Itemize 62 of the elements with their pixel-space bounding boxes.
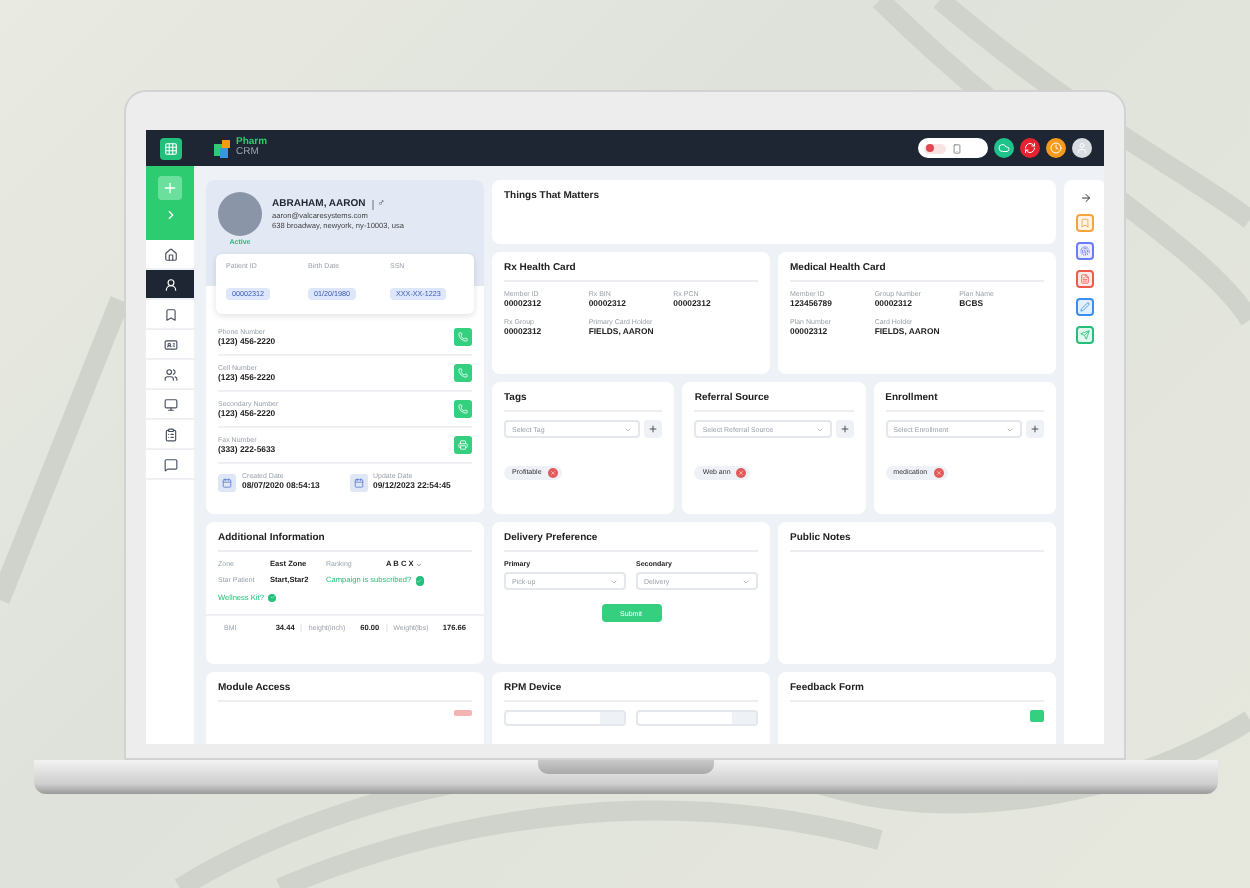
phone-icon	[458, 404, 468, 415]
id-card-icon	[163, 337, 177, 351]
add-button[interactable]	[835, 420, 854, 438]
toggle[interactable]	[454, 710, 472, 716]
pen-icon	[1080, 302, 1090, 312]
refresh-icon	[1024, 142, 1036, 154]
fingerprint-icon	[1080, 246, 1090, 256]
logo-icon	[214, 139, 232, 157]
apps-button[interactable]	[159, 137, 181, 159]
home-icon	[163, 247, 177, 261]
check-icon	[267, 593, 277, 603]
monitor-icon	[163, 397, 177, 411]
avatar-photo-placeholder	[218, 192, 262, 236]
calendar-icon	[349, 473, 367, 491]
user-icon	[1076, 142, 1088, 154]
chat-icon	[163, 457, 177, 471]
call-button[interactable]	[454, 328, 472, 347]
phone-icon	[458, 368, 468, 379]
call-button[interactable]	[454, 364, 472, 383]
printer-icon	[458, 440, 468, 451]
remove-icon[interactable]	[933, 467, 944, 477]
document-icon	[1080, 274, 1090, 284]
person-icon	[163, 277, 177, 291]
plus-icon	[162, 180, 178, 196]
fax-button[interactable]	[454, 436, 472, 455]
calendar-icon	[218, 473, 236, 491]
tool-button[interactable]	[1076, 298, 1094, 316]
users-icon	[163, 367, 177, 381]
call-status-pill[interactable]	[918, 138, 988, 158]
chevron-icon[interactable]	[163, 208, 177, 222]
remove-icon[interactable]	[736, 467, 747, 477]
input-field[interactable]	[504, 710, 626, 726]
avatar-button[interactable]	[1072, 138, 1092, 158]
call-button[interactable]	[454, 400, 472, 419]
plus-icon	[839, 424, 850, 434]
add-button[interactable]	[158, 176, 182, 200]
action-button[interactable]	[994, 138, 1014, 158]
sidebar-item[interactable]	[146, 270, 194, 300]
add-button[interactable]	[1026, 420, 1044, 438]
input-field[interactable]	[636, 710, 758, 726]
action-button[interactable]	[1020, 138, 1040, 158]
bookmark-icon	[163, 307, 177, 321]
tool-button[interactable]	[1076, 242, 1094, 260]
arrow-icon[interactable]	[1079, 192, 1091, 204]
clipboard-icon	[163, 427, 177, 441]
action-button[interactable]	[1046, 138, 1066, 158]
grid-icon	[163, 141, 177, 155]
bookmark-icon	[1080, 218, 1090, 228]
tool-button[interactable]	[1076, 270, 1094, 288]
clock-icon	[1050, 142, 1062, 154]
add-button[interactable]	[644, 420, 663, 438]
plus-icon	[1030, 424, 1040, 434]
phone-icon	[458, 332, 468, 343]
check-icon	[415, 576, 425, 586]
record-toggle[interactable]	[924, 143, 946, 153]
tool-button[interactable]	[1076, 214, 1094, 232]
remove-icon[interactable]	[547, 467, 558, 477]
send-icon	[1080, 330, 1090, 340]
phone-icon	[952, 143, 962, 153]
tool-button[interactable]	[1076, 326, 1094, 344]
plus-icon	[648, 424, 659, 434]
cloud-icon	[998, 142, 1010, 154]
